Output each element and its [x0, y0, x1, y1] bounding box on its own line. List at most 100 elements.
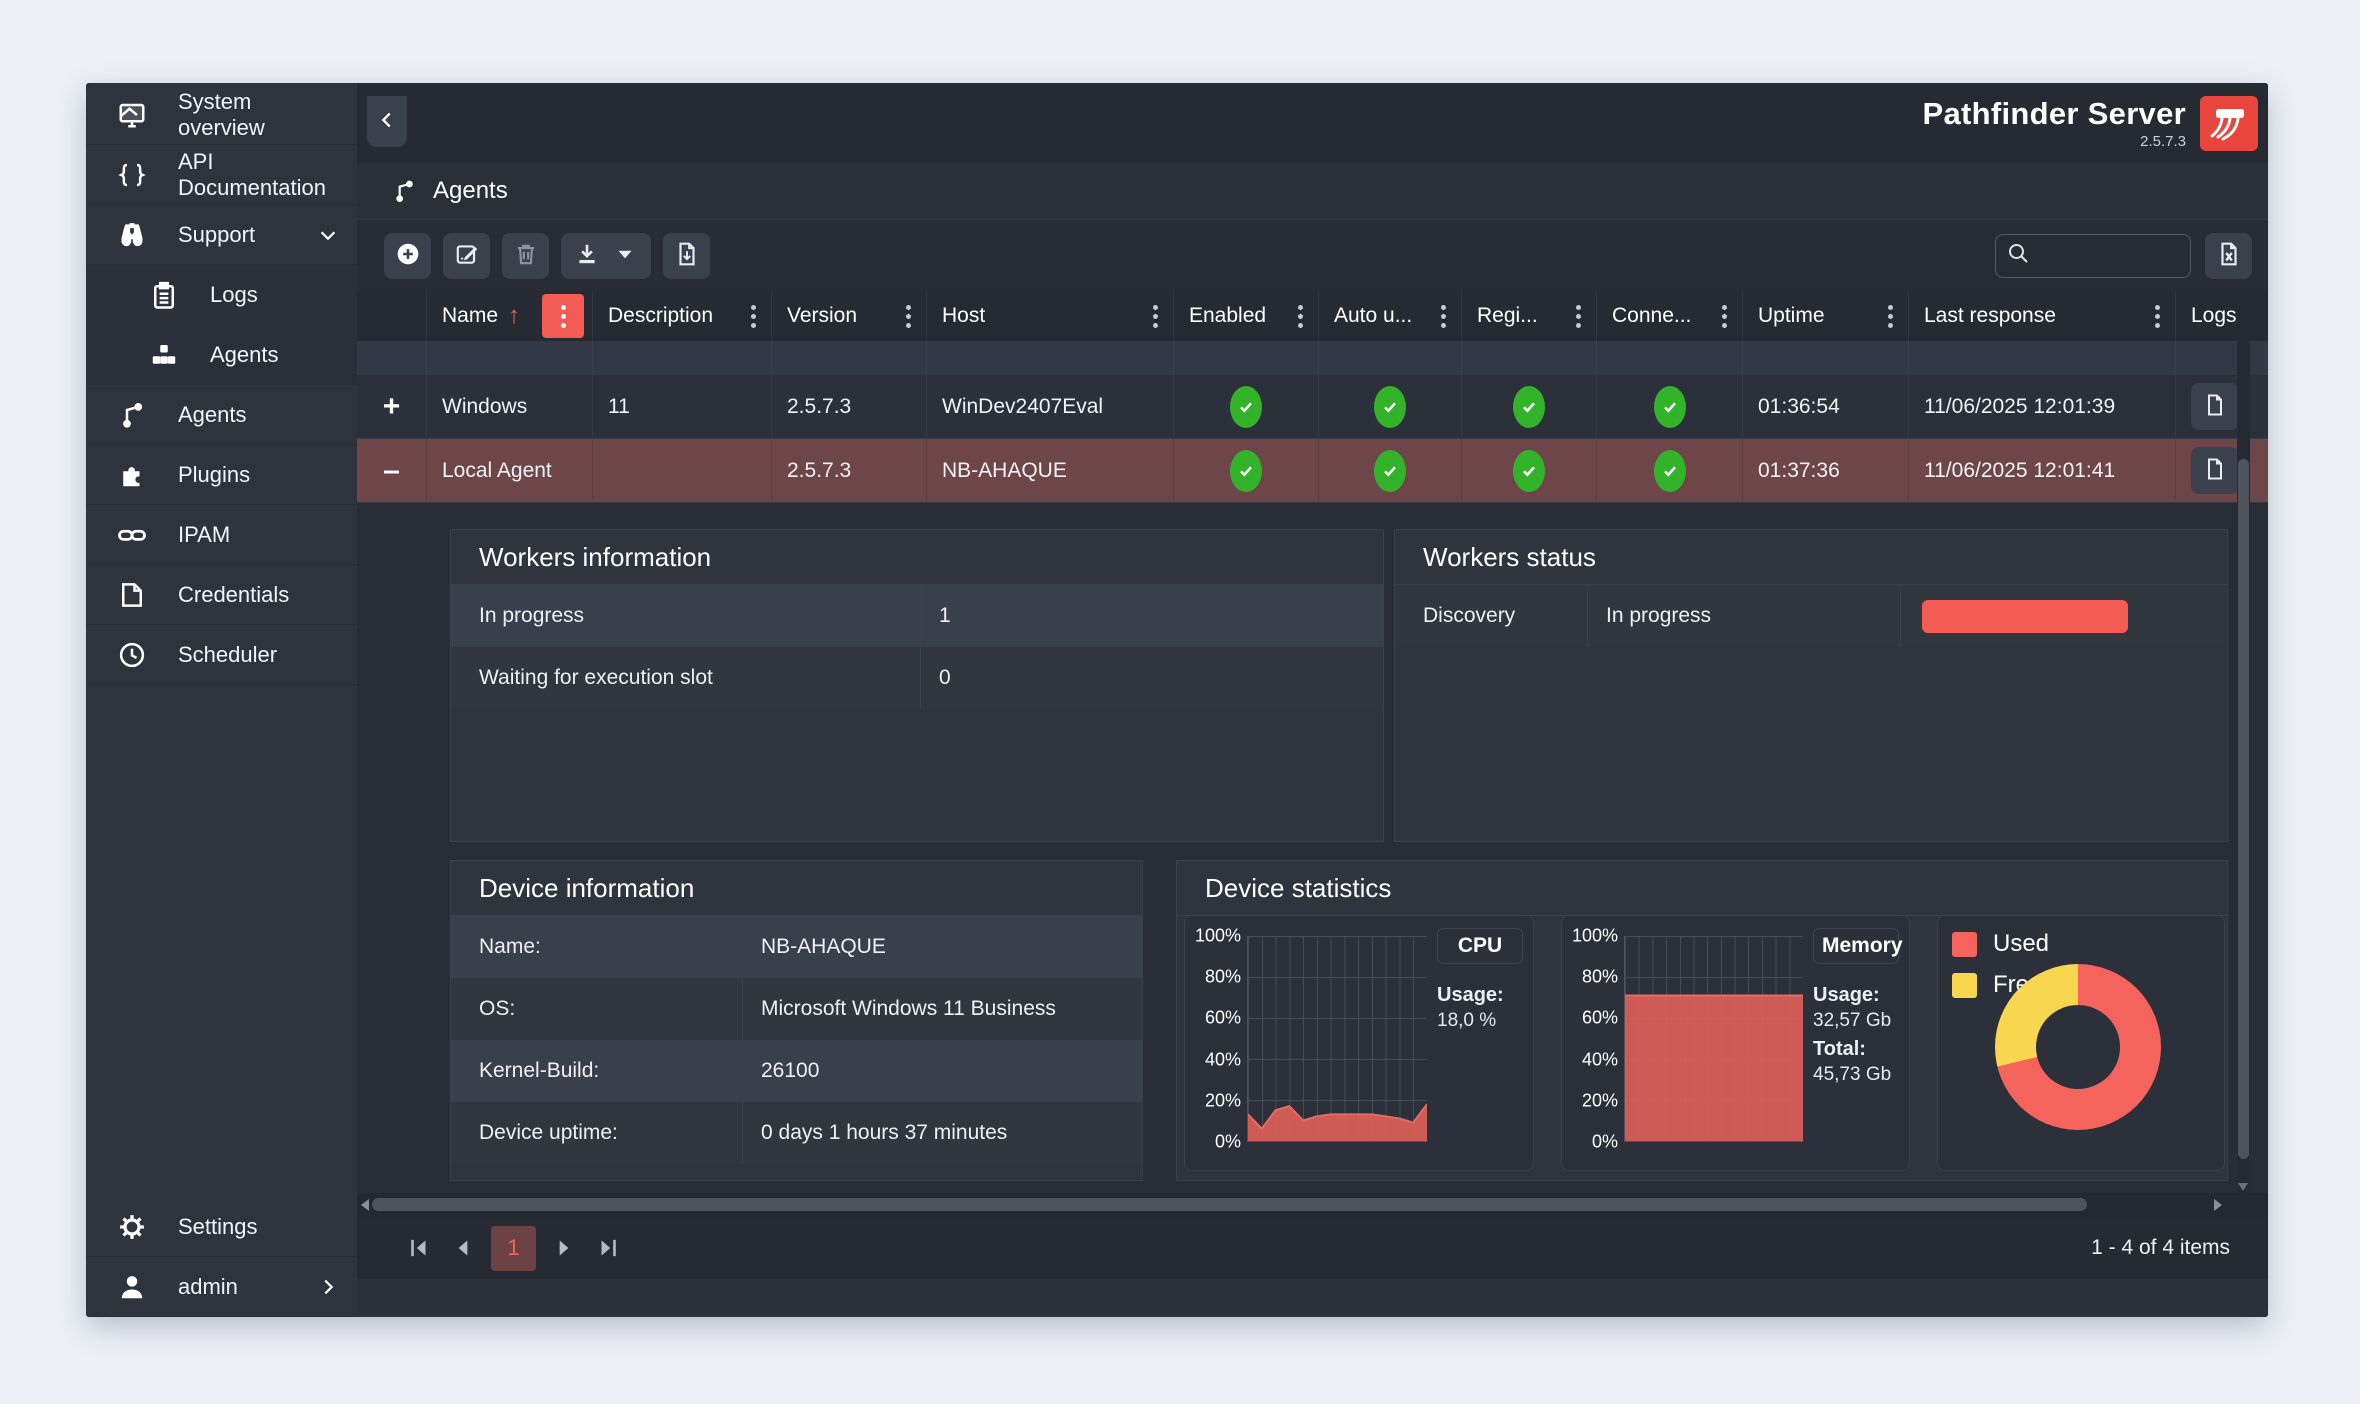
- table-row-windows[interactable]: + Windows 11 2.5.7.3 WinDev2407Eval 01:3…: [357, 374, 2268, 438]
- column-label: Name: [442, 304, 498, 328]
- export-excel-button[interactable]: [2205, 233, 2252, 279]
- link-icon: [86, 520, 178, 550]
- cpu-chart-title: CPU: [1437, 928, 1523, 964]
- chevron-left-icon: [376, 109, 398, 134]
- row-value: 1: [921, 585, 1383, 647]
- cell-uptime: 01:36:54: [1743, 375, 1909, 438]
- sidebar-item-api-documentation[interactable]: API Documentation: [86, 145, 357, 205]
- column-header-enabled[interactable]: Enabled: [1174, 291, 1319, 341]
- column-header-description[interactable]: Description: [593, 291, 772, 341]
- sidebar: System overview API Documentation Suppor…: [86, 83, 357, 1317]
- chevron-down-icon: [317, 224, 339, 246]
- app-window: System overview API Documentation Suppor…: [86, 83, 2268, 1317]
- check-circle-icon: [1513, 386, 1545, 428]
- legend-item-used: Used: [1952, 930, 2210, 958]
- download-split-button[interactable]: [561, 233, 651, 279]
- scroll-down-arrow-icon[interactable]: [2238, 1183, 2248, 1191]
- sidebar-item-agents[interactable]: Agents: [86, 385, 357, 445]
- column-menu-button[interactable]: [1145, 314, 1165, 319]
- row-label: Waiting for execution slot: [451, 647, 921, 709]
- delete-button[interactable]: [502, 233, 549, 279]
- vertical-scroll-thumb[interactable]: [2238, 459, 2249, 1159]
- kebab-icon: [561, 314, 566, 319]
- column-menu-button[interactable]: [1290, 314, 1310, 319]
- collapse-row-button[interactable]: –: [383, 454, 400, 488]
- user-icon: [86, 1272, 178, 1302]
- sidebar-item-label: Credentials: [178, 582, 289, 608]
- name-column-menu-button[interactable]: [542, 294, 584, 338]
- document-icon: [2203, 393, 2227, 420]
- sidebar-collapse-button[interactable]: [367, 96, 407, 147]
- usage-value: 32,57 Gb: [1813, 1010, 1899, 1032]
- column-header-uptime[interactable]: Uptime: [1743, 291, 1909, 341]
- cpu-chart-box: 100% 80% 60% 40% 20% 0% CPU Usage: 18,0 …: [1184, 915, 1534, 1171]
- search-input[interactable]: [2038, 244, 2178, 267]
- sidebar-item-logs[interactable]: Logs: [86, 265, 357, 325]
- workers-status-row: Discovery In progress: [1395, 585, 2227, 647]
- panel-title: Workers status: [1395, 530, 2227, 585]
- horizontal-scroll-thumb[interactable]: [372, 1198, 2087, 1211]
- sidebar-item-settings[interactable]: Settings: [86, 1197, 357, 1257]
- column-header-connected[interactable]: Conne...: [1597, 291, 1743, 341]
- cpu-area-chart: [1247, 936, 1427, 1142]
- column-header-logs[interactable]: Logs: [2176, 291, 2248, 341]
- sidebar-item-scheduler[interactable]: Scheduler: [86, 625, 357, 685]
- binoculars-icon: [86, 220, 178, 250]
- sidebar-item-system-overview[interactable]: System overview: [86, 85, 357, 145]
- check-circle-icon: [1654, 450, 1686, 492]
- column-menu-button[interactable]: [898, 314, 918, 319]
- column-header-host[interactable]: Host: [927, 291, 1174, 341]
- column-header-registered[interactable]: Regi...: [1462, 291, 1597, 341]
- sidebar-item-plugins[interactable]: Plugins: [86, 445, 357, 505]
- check-circle-icon: [1230, 386, 1262, 428]
- column-header-version[interactable]: Version: [772, 291, 927, 341]
- sidebar-item-label: API Documentation: [178, 149, 339, 201]
- column-label: Last response: [1924, 304, 2056, 328]
- sidebar-item-admin[interactable]: admin: [86, 1257, 357, 1317]
- column-menu-button[interactable]: [743, 314, 763, 319]
- column-menu-button[interactable]: [1714, 314, 1734, 319]
- last-page-button[interactable]: [586, 1226, 630, 1270]
- sidebar-item-credentials[interactable]: Credentials: [86, 565, 357, 625]
- column-menu-button[interactable]: [1880, 314, 1900, 319]
- column-header-name[interactable]: Name ↑: [427, 291, 593, 341]
- vertical-scrollbar[interactable]: [2237, 341, 2250, 1193]
- sidebar-item-label: IPAM: [178, 522, 230, 548]
- column-menu-button[interactable]: [1433, 314, 1453, 319]
- page-title-bar: Agents: [357, 163, 2268, 219]
- column-menu-button[interactable]: [1568, 314, 1588, 319]
- table-row-local-agent[interactable]: – Local Agent 2.5.7.3 NB-AHAQUE 01:37:36…: [357, 438, 2268, 502]
- cell-uptime: 01:37:36: [1743, 439, 1909, 502]
- expand-row-button[interactable]: +: [383, 390, 401, 424]
- horizontal-scrollbar[interactable]: [357, 1193, 2268, 1217]
- row-value: 0 days 1 hours 37 minutes: [743, 1102, 1142, 1164]
- brand: Pathfinder Server 2.5.7.3: [1922, 96, 2268, 151]
- scroll-right-arrow-icon[interactable]: [2214, 1199, 2222, 1211]
- add-button[interactable]: [384, 233, 431, 279]
- top-bar: Pathfinder Server 2.5.7.3: [357, 83, 2268, 163]
- sidebar-item-support[interactable]: Support: [86, 205, 357, 265]
- check-circle-icon: [1374, 386, 1406, 428]
- cell-last-response: 11/06/2025 12:01:41: [1909, 439, 2176, 502]
- edit-button[interactable]: [443, 233, 490, 279]
- check-circle-icon: [1654, 386, 1686, 428]
- row-logs-button[interactable]: [2191, 447, 2239, 494]
- column-header-last-response[interactable]: Last response: [1909, 291, 2176, 341]
- column-label: Regi...: [1477, 304, 1538, 328]
- previous-page-button[interactable]: [441, 1226, 485, 1270]
- cell-enabled: [1174, 439, 1319, 502]
- first-page-button[interactable]: [397, 1226, 441, 1270]
- next-page-button[interactable]: [542, 1226, 586, 1270]
- export-report-button[interactable]: [663, 233, 710, 279]
- cell-description: [593, 439, 772, 502]
- row-logs-button[interactable]: [2191, 383, 2239, 430]
- sidebar-item-support-agents[interactable]: Agents: [86, 325, 357, 385]
- page-number-button[interactable]: 1: [491, 1226, 536, 1271]
- scroll-left-arrow-icon[interactable]: [361, 1199, 369, 1211]
- column-menu-button[interactable]: [2147, 314, 2167, 319]
- search-icon: [2006, 241, 2030, 270]
- workers-info-row: Waiting for execution slot 0: [451, 647, 1383, 709]
- sidebar-item-ipam[interactable]: IPAM: [86, 505, 357, 565]
- row-label: Kernel-Build:: [451, 1040, 743, 1102]
- column-header-auto-update[interactable]: Auto u...: [1319, 291, 1462, 341]
